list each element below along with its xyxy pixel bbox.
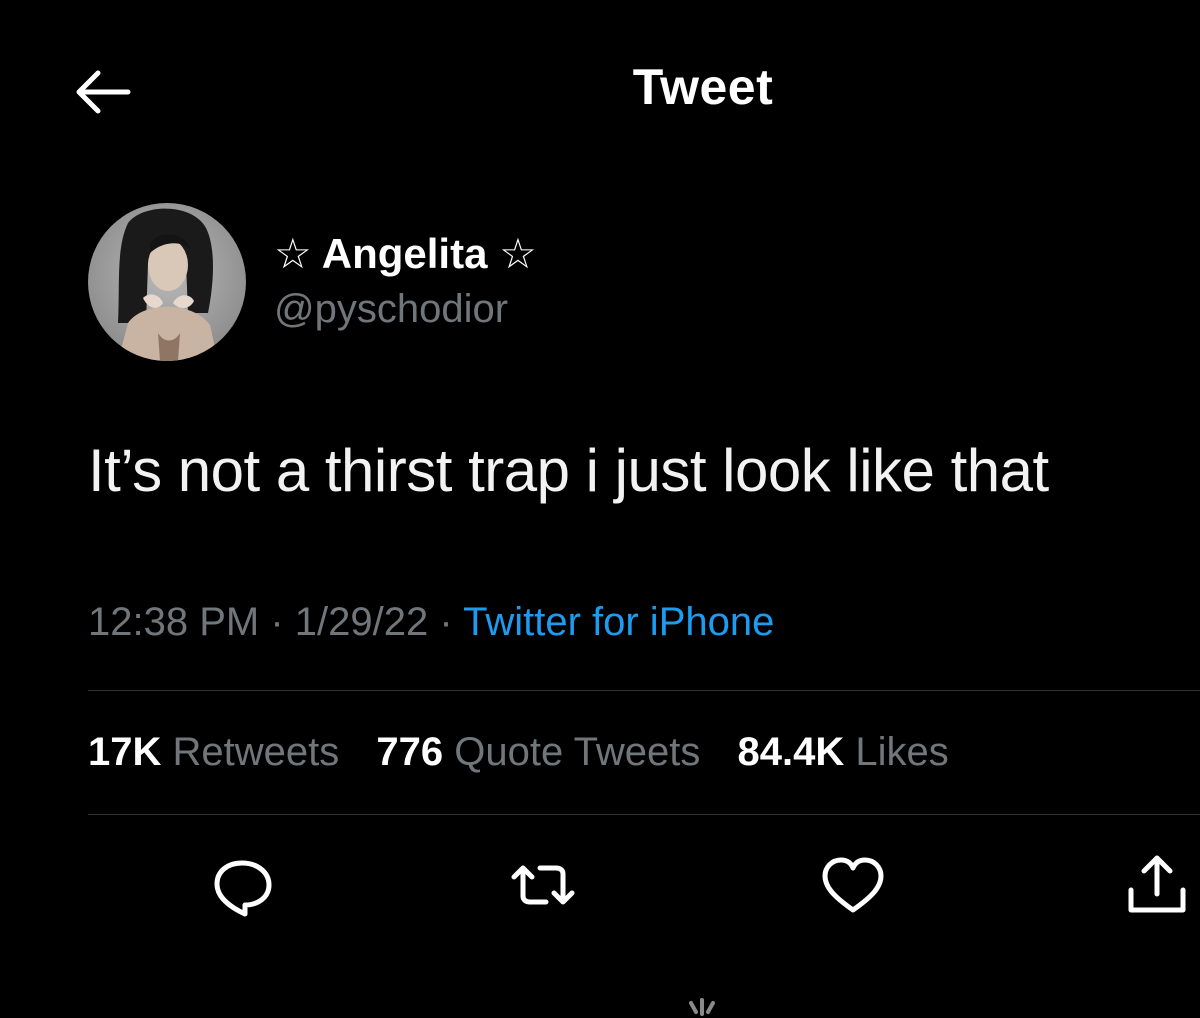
retweets-label: Retweets xyxy=(172,730,340,774)
likes-count: 84.4K xyxy=(737,730,845,774)
top-bar: Tweet xyxy=(0,0,1200,180)
share-icon xyxy=(1128,855,1186,913)
user-handle[interactable]: @pyschodior xyxy=(274,287,508,332)
quote-tweets-count: 776 xyxy=(376,730,444,774)
retweet-icon xyxy=(511,865,575,905)
reply-button[interactable] xyxy=(207,850,277,920)
tweet-date[interactable]: 1/29/22 xyxy=(295,600,428,644)
divider xyxy=(88,814,1200,815)
reply-icon xyxy=(214,860,272,917)
quote-tweets-label: Quote Tweets xyxy=(454,730,701,774)
quote-tweets-stat[interactable]: 776 Quote Tweets xyxy=(376,730,700,775)
likes-stat[interactable]: 84.4K Likes xyxy=(737,730,948,775)
page-title: Tweet xyxy=(632,59,774,115)
loading-spinner-icon xyxy=(682,990,722,1018)
avatar[interactable] xyxy=(88,203,246,361)
meta-separator: · xyxy=(270,600,284,644)
divider xyxy=(88,690,1200,691)
share-button[interactable] xyxy=(1122,850,1192,920)
heart-icon xyxy=(822,857,884,913)
likes-label: Likes xyxy=(855,730,949,774)
retweets-count: 17K xyxy=(88,730,162,774)
like-button[interactable] xyxy=(818,850,888,920)
retweets-stat[interactable]: 17K Retweets xyxy=(88,730,339,775)
engagement-stats: 17K Retweets 776 Quote Tweets 84.4K Like… xyxy=(88,730,975,775)
meta-separator: · xyxy=(439,600,453,644)
tweet-metadata: 12:38 PM · 1/29/22 · Twitter for iPhone xyxy=(88,600,774,645)
tweet-text: It’s not a thirst trap i just look like … xyxy=(88,437,1049,504)
tweet-time[interactable]: 12:38 PM xyxy=(88,600,259,644)
tweet-author: ☆ Angelita ☆ @pyschodior xyxy=(88,203,788,363)
display-name[interactable]: ☆ Angelita ☆ xyxy=(274,229,537,278)
tweet-actions xyxy=(0,850,1200,930)
profile-photo xyxy=(88,203,246,361)
tweet-source-link[interactable]: Twitter for iPhone xyxy=(463,600,774,644)
retweet-button[interactable] xyxy=(508,850,578,920)
